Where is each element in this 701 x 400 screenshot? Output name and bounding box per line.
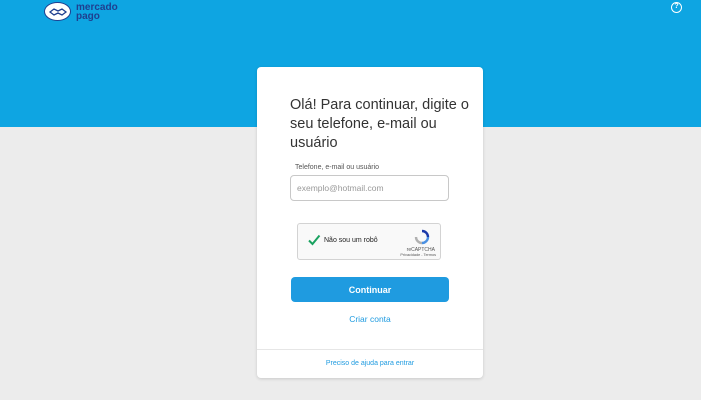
login-card: Olá! Para continuar, digite o seu telefo… [257,67,483,378]
checkmark-icon[interactable] [307,233,321,247]
recaptcha-widget[interactable]: Não sou um robô reCAPTCHA Privacidade - … [297,223,441,260]
recaptcha-icon [414,229,430,245]
mercado-pago-logo[interactable]: mercado pago [44,2,118,21]
captcha-label: Não sou um robô [324,237,378,244]
logo-text-line2: pago [76,10,100,22]
identifier-field-label: Telefone, e-mail ou usuário [295,164,380,171]
page-title: Olá! Para continuar, digite o seu telefo… [290,97,469,151]
help-login-link[interactable]: Preciso de ajuda para entrar [257,360,483,367]
identifier-input[interactable] [290,175,449,201]
continue-button[interactable]: Continuar [291,277,449,302]
handshake-logo-icon [44,2,71,21]
logo-text: mercado pago [76,2,118,22]
captcha-links[interactable]: Privacidade - Termos [400,253,436,257]
create-account-link[interactable]: Criar conta [257,314,483,324]
question-circle-icon[interactable]: ? [671,2,682,13]
divider [257,349,483,350]
